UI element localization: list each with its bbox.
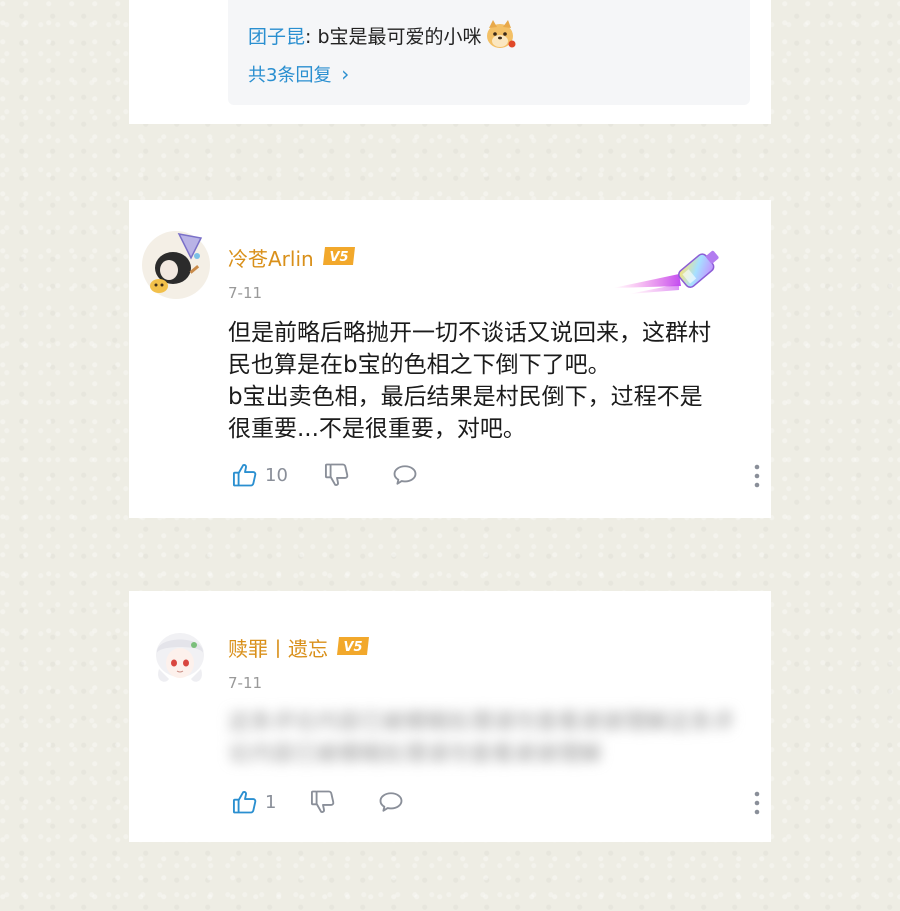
reply-button[interactable] — [377, 788, 405, 816]
comment-icon — [393, 465, 417, 485]
reply-separator: : — [305, 26, 318, 48]
paintbrush-decoration-icon — [609, 234, 729, 308]
vip-level-label: V5 — [329, 250, 348, 265]
comment-actions: 1 — [231, 788, 761, 818]
comment-date: 7-11 — [228, 674, 263, 692]
more-vertical-icon[interactable] — [753, 790, 761, 820]
dislike-button[interactable] — [309, 788, 337, 816]
comment-line: 很重要...不是很重要，对吧。 — [228, 416, 526, 442]
like-count: 10 — [265, 464, 288, 486]
more-vertical-icon[interactable] — [753, 463, 761, 493]
avatar[interactable] — [147, 625, 213, 691]
username[interactable]: 赎罪丨遗忘 — [228, 633, 328, 662]
thumbs-down-icon — [324, 463, 349, 486]
comment-actions: 10 — [231, 461, 761, 491]
comment-card: 冷苍Arlin V5 7-11 但是前略后略抛开一切不谈话又说回来，这群村 民也… — [129, 200, 771, 518]
username-row: 赎罪丨遗忘 V5 — [228, 633, 370, 662]
like-button[interactable]: 10 — [231, 461, 288, 489]
chevron-right-icon: › — [341, 62, 350, 86]
like-button[interactable]: 1 — [231, 788, 276, 816]
like-count: 1 — [265, 791, 277, 813]
thumbs-up-icon — [232, 464, 257, 487]
doge-emoji-icon — [484, 18, 518, 57]
reply-button[interactable] — [391, 461, 419, 489]
view-replies-label: 共3条回复 — [248, 65, 332, 86]
view-replies-link[interactable]: 共3条回复 › — [248, 61, 349, 87]
username-row: 冷苍Arlin V5 — [228, 243, 356, 272]
vip-level-badge: V5 — [336, 636, 370, 660]
comment-card: 赎罪丨遗忘 V5 7-11 这条评论内容已被模糊处理请勿查看谢谢理解这条评论内容… — [129, 591, 771, 842]
comment-date: 7-11 — [228, 284, 263, 302]
vip-level-badge: V5 — [322, 246, 356, 270]
blurred-comment-content: 这条评论内容已被模糊处理请勿查看谢谢理解这条评论内容已被模糊处理请勿查看谢谢理解 — [228, 710, 735, 767]
username[interactable]: 冷苍Arlin — [228, 243, 314, 272]
reply-preview-box[interactable]: 团子昆: b宝是最可爱的小咪 共3条回复 › — [228, 0, 750, 105]
thumbs-down-icon — [310, 790, 335, 813]
comment-line: b宝出卖色相，最后结果是村民倒下，过程不是 — [228, 384, 703, 410]
vip-level-label: V5 — [343, 640, 362, 655]
comment-content: 但是前略后略抛开一切不谈话又说回来，这群村 民也算是在b宝的色相之下倒下了吧。 … — [228, 317, 753, 445]
thumbs-up-icon — [232, 791, 257, 814]
comment-icon — [379, 792, 403, 812]
reply-preview-line: 团子昆: b宝是最可爱的小咪 — [248, 18, 518, 57]
comment-line: 但是前略后略抛开一切不谈话又说回来，这群村 — [228, 320, 711, 346]
dislike-button[interactable] — [323, 461, 351, 489]
reply-username[interactable]: 团子昆 — [248, 26, 305, 48]
avatar[interactable] — [139, 228, 213, 302]
reply-text: b宝是最可爱的小咪 — [317, 26, 482, 48]
comment-card-previous: 团子昆: b宝是最可爱的小咪 共3条回复 › — [129, 0, 771, 124]
comment-line: 民也算是在b宝的色相之下倒下了吧。 — [228, 352, 611, 378]
